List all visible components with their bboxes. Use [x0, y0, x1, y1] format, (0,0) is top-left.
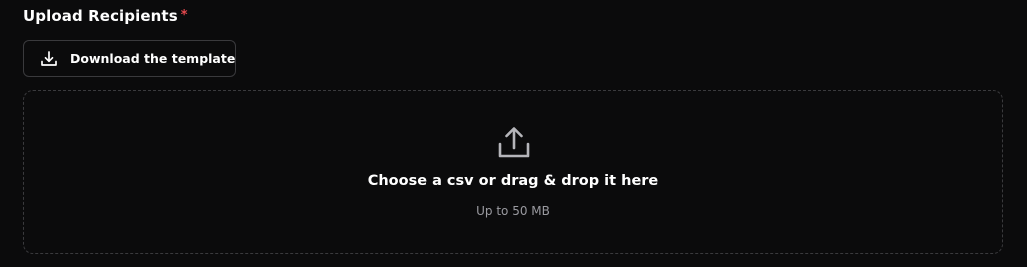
field-label-text: Upload Recipients: [23, 7, 178, 25]
download-template-label: Download the template: [70, 51, 236, 66]
dropzone-size-limit: Up to 50 MB: [476, 204, 550, 218]
required-marker: *: [180, 8, 188, 23]
download-template-button[interactable]: Download the template: [23, 40, 236, 77]
download-icon: [39, 49, 59, 69]
upload-recipients-label: Upload Recipients *: [23, 6, 188, 26]
file-dropzone[interactable]: Choose a csv or drag & drop it here Up t…: [23, 90, 1003, 254]
dropzone-title: Choose a csv or drag & drop it here: [367, 173, 659, 189]
upload-icon: [495, 123, 533, 161]
